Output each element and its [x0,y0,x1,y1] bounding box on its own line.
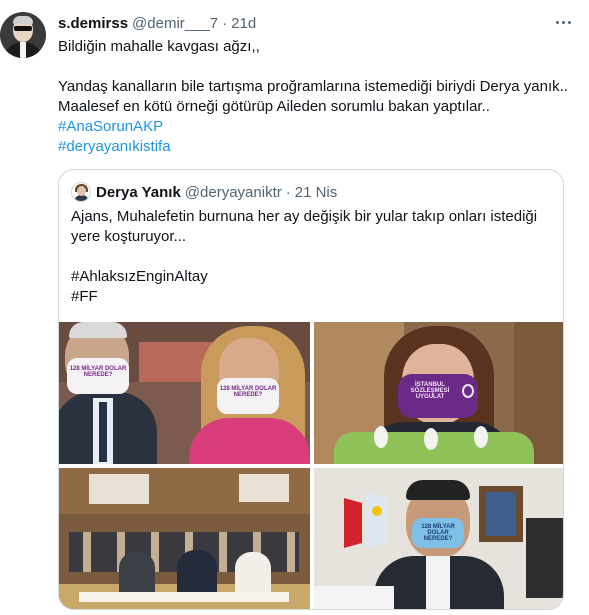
quoted-hashtag: #FF [71,288,98,305]
avatar[interactable] [0,12,46,58]
mask-slogan: 128 MİLYAR DOLAR NEREDE? [219,386,277,398]
hashtag-link[interactable]: #deryayanıkistifa [58,137,578,157]
quoted-user-handle: @deryayaniktr [184,183,282,201]
quoted-avatar [71,182,91,202]
hashtag-link[interactable]: #AnaSorunAKP [58,117,578,137]
mask-slogan: 128 MİLYAR DOLAR NEREDE? [69,366,127,378]
mask-slogan: İSTANBUL SÖZLEŞMESİ UYGULAT [410,382,450,400]
more-dots-icon[interactable] [551,12,575,32]
avatar-shirt [20,42,26,58]
photo-grid: 128 MİLYAR DOLAR NEREDE? 128 MİLYAR DOLA… [59,322,563,609]
avatar-hair [13,16,33,24]
quoted-tweet-text: Ajans, Muhalefetin burnuna her ay değişi… [71,207,556,307]
tweet-line: Maalesef en kötü örneği götürüp Aileden … [58,98,490,115]
photo-purple-mask[interactable]: İSTANBUL SÖZLEŞMESİ UYGULAT [314,322,563,464]
quoted-timestamp: 21 Nis [294,183,338,201]
quoted-line: yere koşturuyor... [71,228,187,245]
quoted-display-name: Derya Yanık [96,183,181,201]
quoted-hashtag: #AhlaksızEnginAltay [71,268,208,285]
photo-parliament-selfie[interactable]: 128 MİLYAR DOLAR NEREDE? 128 MİLYAR DOLA… [59,322,310,464]
separator: · [222,14,228,32]
quoted-line: Ajans, Muhalefetin burnuna her ay değişi… [71,208,538,225]
tweet-line: Bildiğin mahalle kavgası ağzı,, [58,38,260,55]
timestamp[interactable]: 21d [231,15,256,32]
avatar-sunglasses [14,26,32,31]
quoted-tweet-header: Derya Yanık @deryayaniktr · 21 Nis [71,182,337,202]
display-name[interactable]: s.demirss [58,15,128,32]
tweet-text: Bildiğin mahalle kavgası ağzı,, Yandaş k… [58,37,578,157]
tweet-header: s.demirss @demir___7 · 21d [58,13,256,33]
tweet-line: Yandaş kanalların bile tartışma proğraml… [58,78,568,95]
quoted-tweet[interactable]: Derya Yanık @deryayaniktr · 21 Nis Ajans… [58,169,564,610]
photo-parliament-hall[interactable] [59,468,310,609]
tweet[interactable]: s.demirss @demir___7 · 21d Bildiğin maha… [0,0,589,615]
user-handle[interactable]: @demir___7 [132,15,218,32]
mask-slogan: 128 MİLYAR DOLAR NEREDE? [421,524,455,542]
photo-office-mask[interactable]: 128 MİLYAR DOLAR NEREDE? [314,468,563,609]
separator: · [285,183,291,201]
